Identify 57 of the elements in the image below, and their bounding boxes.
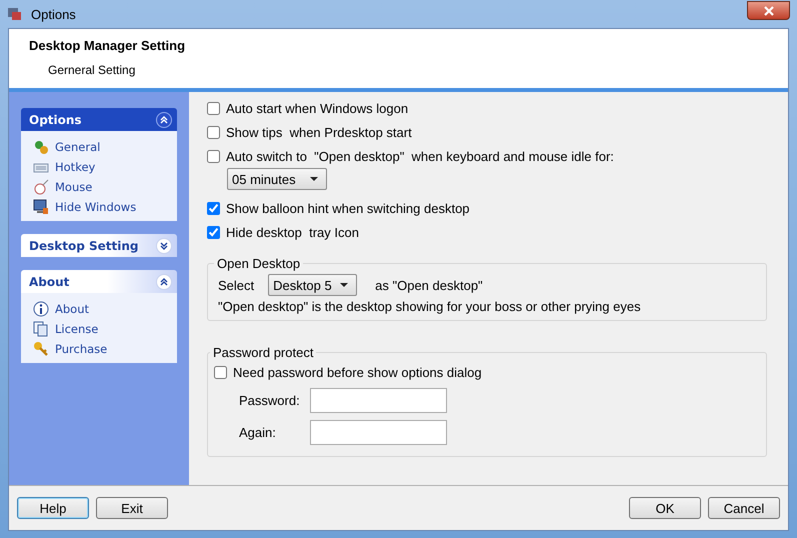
checkbox[interactable] — [207, 102, 220, 114]
option-label: Auto start when Windows logon — [226, 100, 408, 116]
checkbox[interactable] — [207, 202, 220, 214]
document-icon — [33, 321, 49, 337]
checkbox[interactable] — [207, 150, 220, 162]
dialog-button[interactable]: Help — [17, 497, 89, 519]
sidebar-link[interactable]: License — [33, 321, 177, 337]
dialog-button[interactable]: Exit — [96, 497, 168, 519]
group-title: Options — [29, 112, 82, 126]
group-title: About — [29, 274, 70, 288]
checkbox[interactable] — [207, 126, 220, 138]
dialog-button[interactable]: Cancel — [708, 497, 780, 519]
option-label: Hide desktop tray Icon — [226, 224, 359, 240]
caret-icon — [340, 283, 348, 287]
password-field[interactable] — [310, 420, 447, 444]
checkbox[interactable] — [207, 226, 220, 238]
sidebar-link[interactable]: Hide Windows — [33, 199, 177, 215]
group-header[interactable]: Desktop Setting — [21, 234, 177, 257]
select-label: Select — [218, 278, 254, 292]
group-title: Desktop Setting — [29, 238, 138, 252]
dropdown[interactable]: 05 minutes — [227, 168, 327, 190]
option-label: Auto switch to "Open desktop" when keyboard and mouse idle for: — [226, 148, 614, 164]
close-icon — [762, 6, 774, 16]
header-subtitle: Gerneral Setting — [48, 63, 136, 77]
group-title: Open Desktop — [216, 256, 302, 271]
password-field[interactable] — [310, 388, 447, 412]
checkbox[interactable] — [214, 366, 227, 378]
group-header[interactable]: Options — [21, 108, 177, 131]
sidebar-link[interactable]: General — [33, 139, 177, 155]
sidebar-link[interactable]: Mouse — [33, 179, 177, 195]
monitor-icon — [33, 199, 49, 215]
dropdown[interactable]: Desktop 5 — [268, 274, 358, 296]
collapse-icon[interactable] — [156, 112, 172, 128]
sidebar-link[interactable]: Purchase — [33, 341, 177, 357]
group-title: Password protect — [212, 345, 314, 360]
dialog-button[interactable]: OK — [629, 497, 701, 519]
gears-icon — [33, 139, 49, 155]
select-suffix: as "Open desktop" — [375, 278, 483, 292]
collapse-icon[interactable] — [156, 274, 172, 290]
group-header[interactable]: About — [21, 270, 177, 293]
note-text: "Open desktop" is the desktop showing for your boss or other prying eyes — [218, 299, 642, 314]
sidebar-link[interactable]: About — [33, 301, 177, 317]
field-label: Again: — [239, 424, 277, 440]
window-title: Options — [31, 6, 76, 22]
key-icon — [33, 341, 49, 357]
mouse-icon — [33, 179, 49, 195]
caret-icon — [310, 177, 318, 181]
option-label: Show tips when Prdesktop start — [226, 124, 412, 140]
info-icon — [33, 301, 49, 317]
option-label: Show balloon hint when switching desktop — [226, 200, 470, 216]
app-icon — [7, 6, 23, 22]
field-label: Password: — [239, 392, 301, 408]
sidebar-link[interactable]: Hotkey — [33, 159, 177, 175]
header-title: Desktop Manager Setting — [29, 38, 186, 53]
option-label: Need password before show options dialog — [233, 364, 482, 380]
close-button[interactable] — [747, 1, 790, 20]
expand-icon[interactable] — [156, 238, 172, 254]
